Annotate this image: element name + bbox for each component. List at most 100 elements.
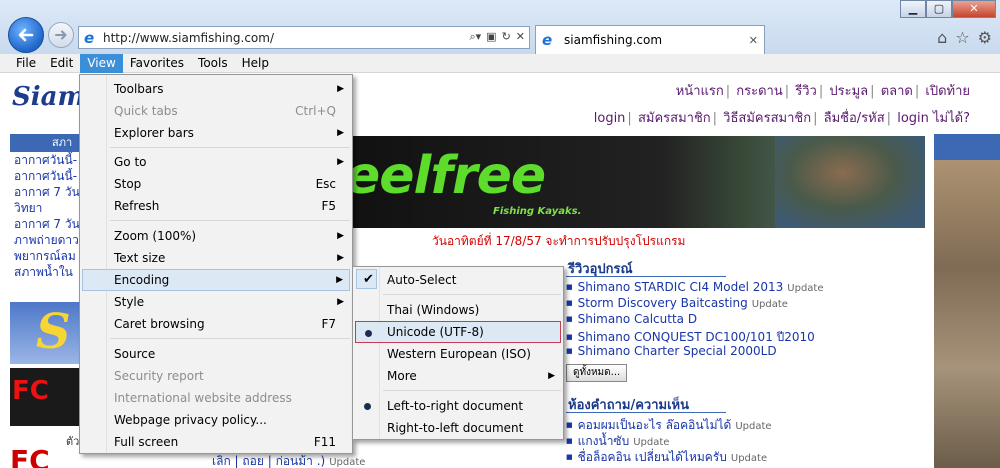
compatibility-icon[interactable]: ▣ — [486, 30, 496, 44]
menu-view[interactable]: View — [80, 54, 123, 73]
favorites-star-icon[interactable]: ☆ — [955, 28, 969, 47]
right-sidebar-header — [934, 134, 1000, 160]
left-link[interactable]: วิทยา — [10, 200, 80, 216]
encoding-submenu: ✔ Auto-Select Thai (Windows) Unicode (UTF… — [352, 266, 564, 440]
address-bar[interactable]: e http://www.siamfishing.com/ ⌕▾ ▣ ↻ ✕ — [78, 26, 530, 49]
menu-separator — [383, 390, 561, 391]
right-ad-photo[interactable] — [934, 134, 1000, 468]
view-menu-zoom[interactable]: Zoom (100%) ▶ — [82, 225, 350, 247]
encoding-right-to-left[interactable]: Right-to-left document — [355, 417, 561, 439]
address-text[interactable]: http://www.siamfishing.com/ — [103, 31, 274, 45]
left-link[interactable]: พยากรณ์ลม — [10, 248, 80, 264]
back-arrow-icon — [18, 28, 34, 42]
left-ad-banner[interactable]: S — [10, 302, 80, 364]
left-link[interactable]: อากาศ 7 วัน — [10, 216, 80, 232]
view-menu-international-address[interactable]: International website address — [82, 387, 350, 409]
menu-file[interactable]: File — [9, 54, 43, 73]
maintenance-notice: วันอาทิตย์ที่ 17/8/57 จะทำการปรับปรุงโปร… — [432, 234, 686, 248]
view-menu-encoding[interactable]: Encoding ▶ — [82, 269, 350, 291]
minimize-button[interactable]: ▁ — [900, 0, 926, 18]
radio-bullet-icon — [364, 403, 371, 410]
view-menu-security-report[interactable]: Security report — [82, 365, 350, 387]
refresh-icon[interactable]: ↻ — [502, 30, 511, 44]
back-button[interactable] — [8, 17, 44, 53]
close-window-button[interactable]: ✕ — [952, 0, 996, 18]
view-menu-privacy-policy[interactable]: Webpage privacy policy... — [82, 409, 350, 431]
review-item[interactable]: Shimano STARDIC CI4 Model 2013Update — [566, 280, 824, 294]
nav-link-auction[interactable]: ประมูล — [829, 84, 868, 99]
left-link[interactable]: สภาพน้ำใน — [10, 264, 80, 280]
banner-brand-text: eelfree — [345, 146, 546, 206]
checkmark-icon: ✔ — [363, 272, 374, 287]
left-ad-banner-fc[interactable]: FC — [10, 368, 80, 426]
encoding-left-to-right[interactable]: Left-to-right document — [355, 395, 561, 417]
bottom-topic-link[interactable]: เลิก | ถอย | ก่อนม้า .) Update — [212, 452, 365, 468]
menu-help[interactable]: Help — [235, 54, 276, 73]
view-all-reviews-button[interactable]: ดูทั้งหมด... — [566, 364, 628, 382]
tab-favicon-icon: e — [542, 31, 553, 49]
menu-tools[interactable]: Tools — [191, 54, 235, 73]
main-ad-banner[interactable]: eelfree Fishing Kayaks. — [345, 136, 925, 228]
view-menu-source[interactable]: Source — [82, 343, 350, 365]
maximize-button[interactable]: ▢ — [926, 0, 952, 18]
nav-link-review[interactable]: รีวิว — [795, 84, 817, 99]
browser-titlebar: e http://www.siamfishing.com/ ⌕▾ ▣ ↻ ✕ e… — [0, 0, 1000, 54]
menu-separator — [110, 147, 350, 148]
view-menu-toolbars[interactable]: Toolbars ▶ — [82, 78, 350, 100]
view-menu-quick-tabs[interactable]: Quick tabs Ctrl+Q — [82, 100, 350, 122]
site-logo[interactable]: Siam — [12, 82, 85, 112]
menu-edit[interactable]: Edit — [43, 54, 80, 73]
left-link[interactable]: อากาศวันนี้- — [10, 152, 80, 168]
left-link[interactable]: อากาศ 7 วัน — [10, 184, 80, 200]
account-links: login | สมัครสมาชิก | วิธีสมัครสมาชิก | ลืม… — [593, 111, 970, 126]
menu-separator — [110, 220, 350, 221]
qa-item[interactable]: ชื่อล็อคอิน เปลี่ยนได้ไหมครับUpdate — [566, 448, 767, 467]
menu-favorites[interactable]: Favorites — [123, 54, 191, 73]
settings-gear-icon[interactable]: ⚙ — [978, 28, 992, 47]
tab-close-icon[interactable]: ✕ — [749, 34, 758, 47]
left-link[interactable]: อากาศวันนี้- — [10, 168, 80, 184]
window-controls: ▁ ▢ ✕ — [900, 0, 996, 18]
view-menu-refresh[interactable]: Refresh F5 — [82, 195, 350, 217]
menu-separator — [110, 338, 350, 339]
submenu-arrow-icon: ▶ — [337, 253, 344, 263]
review-item[interactable]: Shimano Calcutta D — [566, 312, 701, 326]
tab-siamfishing[interactable]: e siamfishing.com ✕ — [535, 25, 765, 54]
view-menu-explorer-bars[interactable]: Explorer bars ▶ — [82, 122, 350, 144]
how-to-register-link[interactable]: วิธีสมัครสมาชิก — [723, 111, 811, 126]
review-item[interactable]: Storm Discovery BaitcastingUpdate — [566, 296, 788, 310]
submenu-arrow-icon: ▶ — [337, 297, 344, 307]
nav-link-board[interactable]: กระดาน — [736, 84, 782, 99]
review-item[interactable]: Shimano Charter Special 2000LD — [566, 344, 781, 358]
left-link[interactable]: ภาพถ่ายดาว — [10, 232, 80, 248]
login-help-link[interactable]: login ไม่ได้? — [897, 111, 970, 126]
register-link[interactable]: สมัครสมาชิก — [638, 111, 711, 126]
top-nav-links: หน้าแรก | กระดาน | รีวิว | ประมูล | ตลาด | เป… — [675, 84, 970, 99]
forgot-password-link[interactable]: ลืมชื่อ/รหัส — [824, 111, 885, 126]
login-link[interactable]: login — [594, 111, 626, 126]
tab-label: siamfishing.com — [564, 33, 663, 47]
encoding-thai-windows[interactable]: Thai (Windows) — [355, 299, 561, 321]
nav-link-market[interactable]: ตลาด — [881, 84, 913, 99]
view-menu-text-size[interactable]: Text size ▶ — [82, 247, 350, 269]
view-menu-go-to[interactable]: Go to ▶ — [82, 151, 350, 173]
toolbar-icons: ⌂ ☆ ⚙ — [937, 28, 992, 47]
encoding-auto-select[interactable]: ✔ Auto-Select — [355, 269, 561, 291]
view-menu-stop[interactable]: Stop Esc — [82, 173, 350, 195]
banner-tagline: Fishing Kayaks. — [493, 206, 582, 217]
view-menu-full-screen[interactable]: Full screen F11 — [82, 431, 350, 453]
home-icon[interactable]: ⌂ — [937, 28, 947, 47]
nav-link-tailgate[interactable]: เปิดท้าย — [925, 84, 970, 99]
forward-button[interactable] — [48, 22, 74, 48]
view-menu-style[interactable]: Style ▶ — [82, 291, 350, 313]
stop-icon[interactable]: ✕ — [516, 30, 525, 44]
submenu-arrow-icon: ▶ — [337, 84, 344, 94]
view-menu-dropdown: Toolbars ▶ Quick tabs Ctrl+Q Explorer bars… — [79, 74, 353, 454]
nav-link-home[interactable]: หน้าแรก — [676, 84, 724, 99]
encoding-more[interactable]: More ▶ — [355, 365, 561, 387]
view-menu-caret-browsing[interactable]: Caret browsing F7 — [82, 313, 350, 335]
search-icon[interactable]: ⌕▾ — [469, 30, 481, 44]
encoding-western-european[interactable]: Western European (ISO) — [355, 343, 561, 365]
encoding-unicode-utf8[interactable]: Unicode (UTF-8) — [355, 321, 561, 343]
left-ad-banner-fc-bottom[interactable]: FC — [10, 444, 80, 468]
